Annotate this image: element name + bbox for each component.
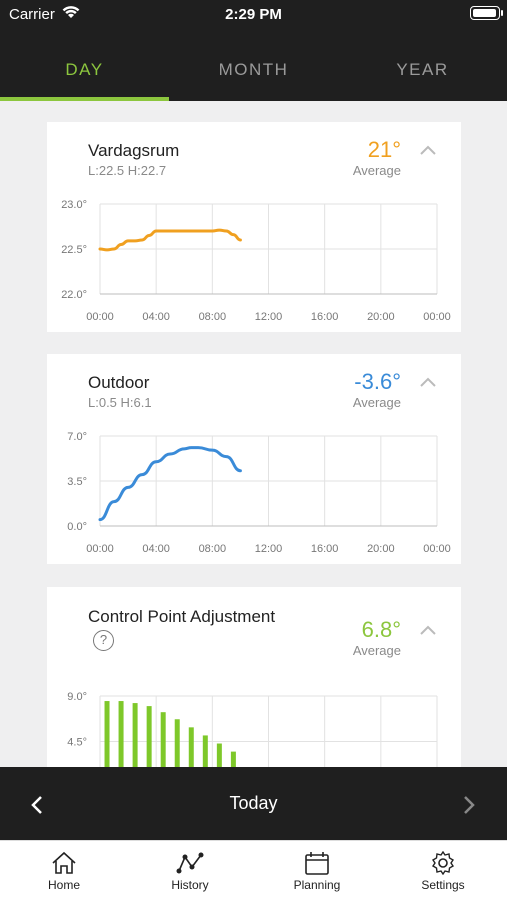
- calendar-icon: [305, 852, 329, 875]
- card-control-point: Control Point Adjustment ? 6.8° Average …: [47, 587, 461, 787]
- top-header: Carrier 2:29 PM DAY MONTH YEAR: [0, 0, 507, 101]
- bottom-tab-bar: Home History Planning Settings: [0, 840, 507, 900]
- next-day-button[interactable]: [462, 795, 476, 815]
- tab-month[interactable]: MONTH: [169, 60, 338, 80]
- bar: [132, 703, 138, 767]
- gear-icon: [432, 851, 454, 875]
- x-tick-label: 00:00: [86, 311, 114, 323]
- y-tick-label: 22.5°: [61, 244, 87, 256]
- x-tick-label: 04:00: [142, 543, 170, 555]
- active-tab-indicator: [0, 97, 169, 101]
- x-tick-label: 08:00: [199, 543, 227, 555]
- tabbar-history[interactable]: History: [140, 851, 240, 892]
- x-tick-label: 00:00: [423, 311, 451, 323]
- tabbar-planning[interactable]: Planning: [267, 851, 367, 892]
- x-tick-label: 20:00: [367, 543, 395, 555]
- tabbar-label: Planning: [293, 878, 341, 892]
- card-vardagsrum: Vardagsrum L:22.5 H:22.7 21° Average 23.…: [47, 122, 461, 332]
- chart-control-point: 9.0° 4.5°: [67, 691, 438, 767]
- tabbar-label: Settings: [421, 878, 465, 892]
- bar: [216, 743, 222, 767]
- chart-outdoor: 7.0° 3.5° 0.0° 00:00 04:00 08:00 12:00 16:00 20:…: [67, 431, 451, 555]
- home-icon: [52, 851, 76, 874]
- battery-tip: [501, 10, 503, 16]
- tabbar-home[interactable]: Home: [14, 851, 114, 892]
- bar: [118, 701, 124, 767]
- battery-icon: [470, 6, 500, 20]
- tab-year[interactable]: YEAR: [338, 60, 507, 80]
- bar: [202, 735, 208, 767]
- x-tick-label: 20:00: [367, 311, 395, 323]
- tab-day[interactable]: DAY: [0, 60, 169, 80]
- bar: [188, 727, 194, 767]
- y-tick-label: 23.0°: [61, 199, 87, 211]
- bar: [104, 701, 110, 767]
- tabbar-label: History: [171, 878, 209, 892]
- x-tick-label: 16:00: [311, 311, 339, 323]
- bar: [230, 751, 236, 767]
- x-tick-label: 12:00: [255, 543, 283, 555]
- y-tick-label: 3.5°: [67, 476, 87, 488]
- bar: [146, 706, 152, 767]
- status-bar: Carrier 2:29 PM: [0, 0, 507, 30]
- history-graph-icon: [176, 852, 204, 874]
- x-tick-label: 12:00: [255, 311, 283, 323]
- y-tick-label: 0.0°: [67, 521, 87, 533]
- status-time: 2:29 PM: [225, 6, 282, 23]
- x-tick-label: 04:00: [142, 311, 170, 323]
- x-tick-label: 08:00: [199, 311, 227, 323]
- date-label: Today: [229, 793, 278, 813]
- date-navigation: Today: [0, 767, 507, 840]
- tabbar-label: Home: [47, 878, 80, 892]
- series-line: [98, 228, 242, 252]
- chart-vardagsrum: 23.0° 22.5° 22.0° 00:00 04:00 08:00 12:00 16:00…: [61, 199, 451, 323]
- y-tick-label: 4.5°: [67, 737, 87, 749]
- y-tick-label: 9.0°: [67, 691, 87, 703]
- series-line: [98, 446, 242, 522]
- x-tick-label: 16:00: [311, 543, 339, 555]
- tabbar-settings[interactable]: Settings: [393, 851, 493, 892]
- y-tick-label: 7.0°: [67, 431, 87, 443]
- bar: [160, 712, 166, 767]
- x-tick-label: 00:00: [423, 543, 451, 555]
- period-tabs: DAY MONTH YEAR: [0, 48, 507, 101]
- bar: [174, 719, 180, 767]
- x-tick-label: 00:00: [86, 543, 114, 555]
- card-outdoor: Outdoor L:0.5 H:6.1 -3.6° Average 7.0° 3.…: [47, 354, 461, 564]
- y-tick-label: 22.0°: [61, 289, 87, 301]
